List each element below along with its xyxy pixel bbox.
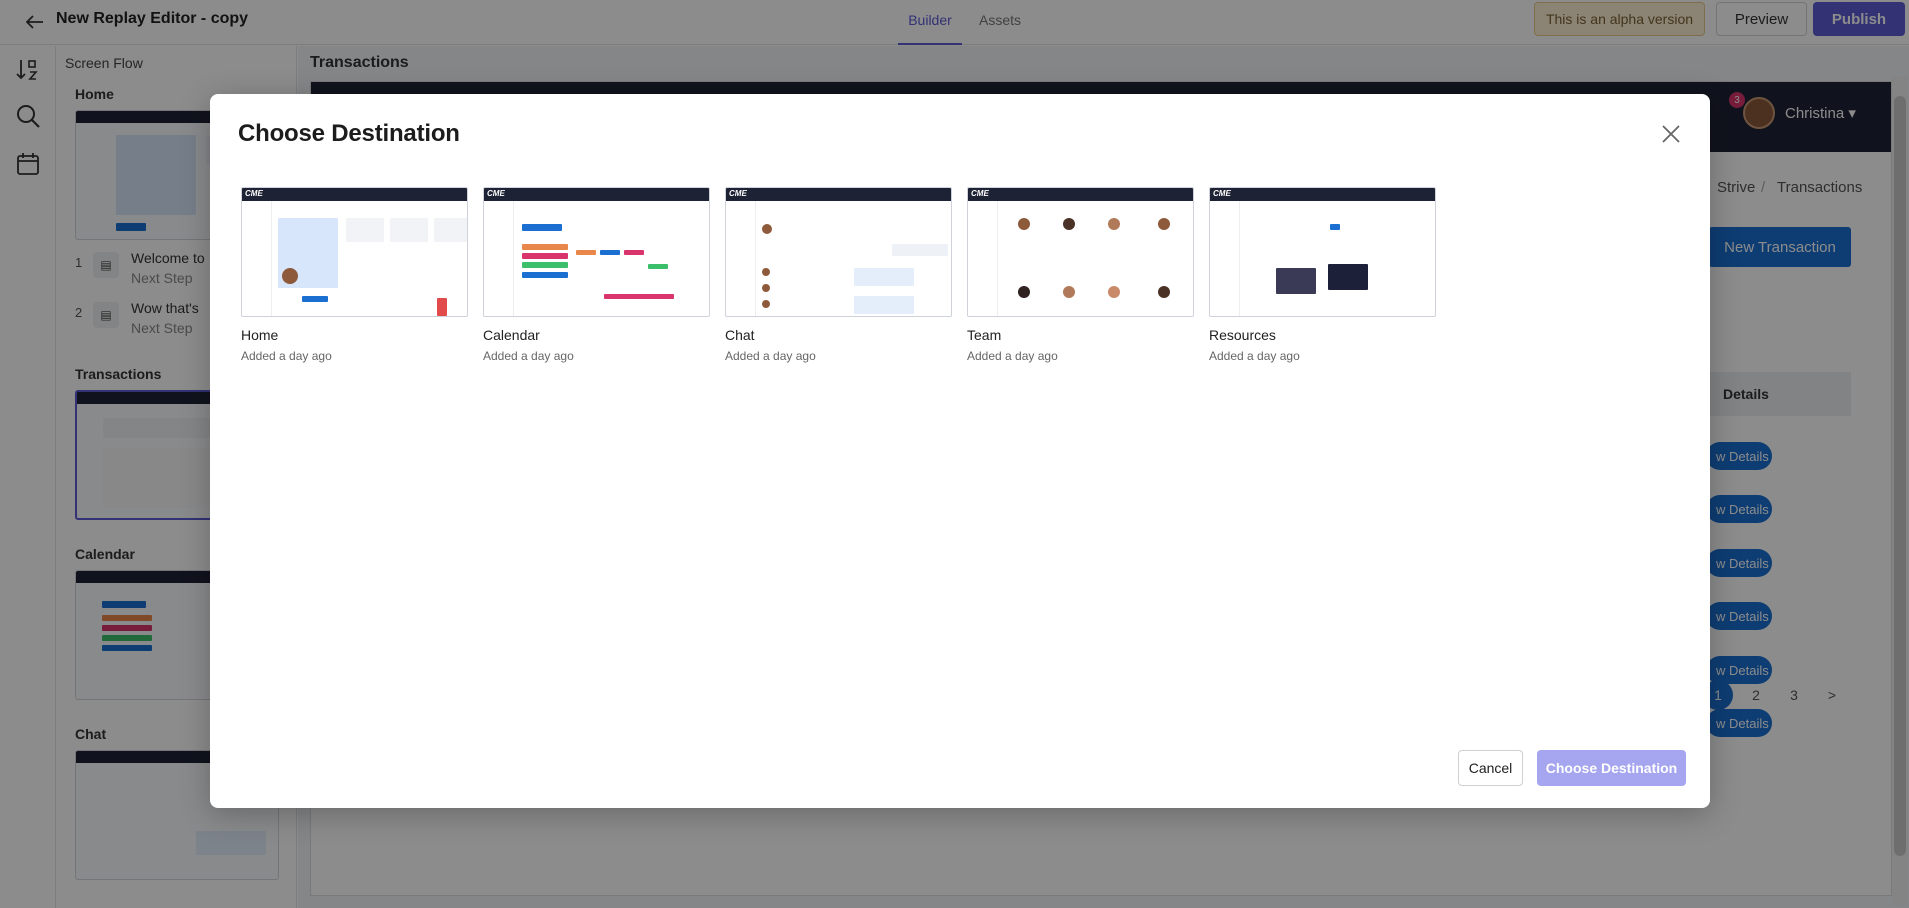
choose-destination-modal: Choose Destination CME Home Added a day … xyxy=(210,94,1710,808)
destination-added: Added a day ago xyxy=(967,349,1058,363)
destination-added: Added a day ago xyxy=(483,349,574,363)
close-icon[interactable] xyxy=(1657,122,1685,150)
destination-name: Resources xyxy=(1209,327,1276,343)
destination-card-resources[interactable]: CME Resources Added a day ago xyxy=(1209,187,1436,363)
choose-destination-button[interactable]: Choose Destination xyxy=(1537,750,1686,786)
destination-thumbnail: CME xyxy=(1209,187,1436,317)
cancel-button[interactable]: Cancel xyxy=(1458,750,1523,786)
destination-name: Team xyxy=(967,327,1002,343)
destination-name: Home xyxy=(241,327,279,343)
destination-thumbnail: CME xyxy=(967,187,1194,317)
destination-card-calendar[interactable]: CME Calendar Added a day ago xyxy=(483,187,710,363)
destination-card-team[interactable]: CME Team Added a day ago xyxy=(967,187,1194,363)
destination-card-chat[interactable]: CME Chat Added a day ago xyxy=(725,187,952,363)
destination-thumbnail: CME xyxy=(725,187,952,317)
destination-added: Added a day ago xyxy=(725,349,816,363)
destination-thumbnail: CME xyxy=(241,187,468,317)
destination-added: Added a day ago xyxy=(241,349,332,363)
destination-thumbnail: CME xyxy=(483,187,710,317)
modal-title: Choose Destination xyxy=(238,120,460,147)
destination-name: Chat xyxy=(725,327,755,343)
destination-card-home[interactable]: CME Home Added a day ago xyxy=(241,187,468,363)
destination-added: Added a day ago xyxy=(1209,349,1300,363)
destination-name: Calendar xyxy=(483,327,540,343)
